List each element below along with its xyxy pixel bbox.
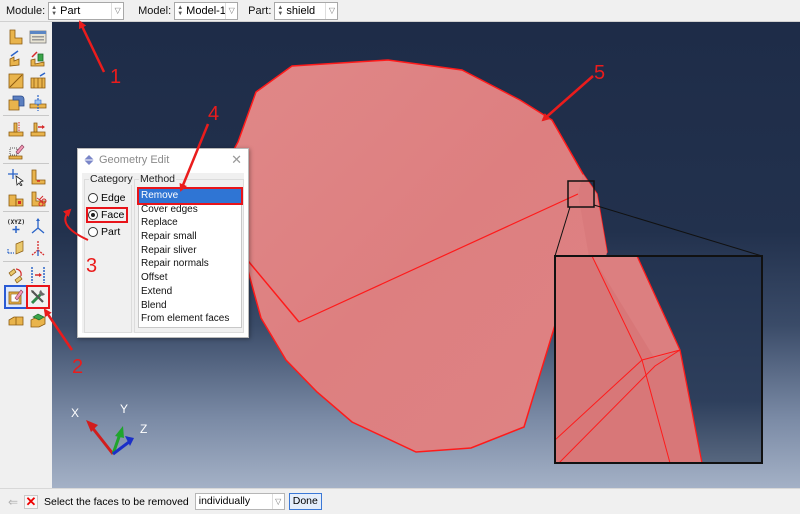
context-bar: Module: ▲ ▼ Part ▽ Model: ▲ ▼ Model-1 ▽ Pa… xyxy=(0,0,800,22)
model-label: Model: xyxy=(138,4,172,17)
radio-face[interactable]: Face xyxy=(85,207,129,223)
create-part-icon[interactable] xyxy=(6,27,26,47)
dialog-body: Category Edge Face Part Method Remove Co… xyxy=(82,173,244,333)
transform-icon[interactable] xyxy=(6,265,26,285)
create-wire-icon[interactable] xyxy=(28,71,48,91)
radio-label: Edge xyxy=(101,192,126,204)
geometry-edit-dialog: Geometry Edit ✕ Category Edge Face Part … xyxy=(77,148,249,338)
prompt-bar: ⇐ ✕ Select the faces to be removed indiv… xyxy=(0,488,800,514)
attach-icon[interactable] xyxy=(6,311,26,331)
close-icon[interactable]: ✕ xyxy=(231,152,242,168)
spin-icon[interactable]: ▲ ▼ xyxy=(276,3,284,19)
triad-z-label: Z xyxy=(140,422,148,436)
create-cut-extrude-icon[interactable] xyxy=(28,49,48,69)
radio-edge[interactable]: Edge xyxy=(88,192,126,204)
radio-label: Face xyxy=(101,209,125,221)
annotation-number-2: 2 xyxy=(72,356,84,378)
model-value: Model-1 xyxy=(186,4,226,17)
prompt-text: Select the faces to be removed xyxy=(44,495,189,508)
model-combo[interactable]: ▲ ▼ Model-1 ▽ xyxy=(174,1,239,20)
method-item-from-element-faces[interactable]: From element faces xyxy=(139,312,241,326)
annotation-number-5: 5 xyxy=(594,62,606,84)
datum-plane-icon[interactable] xyxy=(6,238,26,258)
cut-icon[interactable] xyxy=(28,189,48,209)
radio-label: Part xyxy=(101,226,121,238)
method-item-remove[interactable]: Remove xyxy=(137,187,243,205)
toolbox-separator xyxy=(3,211,49,212)
datum-point-icon[interactable]: (XYZ) xyxy=(6,216,26,236)
shield-face xyxy=(225,59,608,453)
cancel-x-icon[interactable]: ✕ xyxy=(24,494,38,509)
datum-csys-icon[interactable] xyxy=(28,216,48,236)
chevron-down-icon[interactable]: ▽ xyxy=(271,494,284,509)
radio-part[interactable]: Part xyxy=(88,226,120,238)
convert-icon[interactable] xyxy=(28,311,48,331)
svg-text:(XYZ): (XYZ) xyxy=(7,219,25,226)
module-value: Part xyxy=(60,4,81,17)
method-item-replace[interactable]: Replace xyxy=(139,216,241,230)
selection-mode-combo[interactable]: individually ▽ xyxy=(194,493,285,510)
module-combo[interactable]: ▲ ▼ Part ▽ xyxy=(48,1,125,20)
query-icon[interactable] xyxy=(6,167,26,187)
partition-face-icon[interactable] xyxy=(6,119,26,139)
radio-button[interactable] xyxy=(88,193,98,203)
view-triad xyxy=(86,420,134,456)
chevron-down-icon[interactable]: ▽ xyxy=(111,2,123,19)
create-datum-plane-icon[interactable] xyxy=(28,93,48,113)
done-button[interactable]: Done xyxy=(288,493,322,510)
dialog-titlebar[interactable]: Geometry Edit xyxy=(78,149,248,171)
spin-icon[interactable]: ▲ ▼ xyxy=(176,3,184,19)
datum-axis-icon[interactable] xyxy=(28,238,48,258)
selection-mode-value: individually xyxy=(198,495,251,507)
triad-x-label: X xyxy=(71,406,80,420)
method-title: Method xyxy=(139,173,177,185)
chevron-down-icon[interactable]: ▽ xyxy=(325,2,337,19)
toolbox: (XYZ) xyxy=(0,22,52,488)
create-reference-point-icon[interactable] xyxy=(28,167,48,187)
radio-button[interactable] xyxy=(88,227,98,237)
spin-icon[interactable]: ▲ ▼ xyxy=(50,3,58,19)
zoom-inset xyxy=(555,256,762,463)
abaqus-logo-icon xyxy=(84,155,94,165)
back-arrow-icon[interactable]: ⇐ xyxy=(6,495,20,509)
part-combo[interactable]: ▲ ▼ shield ▽ xyxy=(274,1,339,20)
method-item-repair-normals[interactable]: Repair normals xyxy=(139,257,241,271)
part-value: shield xyxy=(286,4,316,17)
triad-y-label: Y xyxy=(120,402,129,416)
method-item-extend[interactable]: Extend xyxy=(139,285,241,299)
create-datum-axis-icon[interactable] xyxy=(28,119,48,139)
create-partition-icon[interactable] xyxy=(28,265,48,285)
method-item-cover-edges[interactable]: Cover edges xyxy=(139,203,241,217)
repair-icon[interactable] xyxy=(6,189,26,209)
geometry-edit-icon[interactable] xyxy=(26,285,50,309)
part-label: Part: xyxy=(248,4,272,17)
create-round-fillet-icon[interactable] xyxy=(6,93,26,113)
method-item-repair-small[interactable]: Repair small xyxy=(139,230,241,244)
module-label: Module: xyxy=(6,4,46,17)
category-title: Category xyxy=(89,173,134,185)
toolbox-separator xyxy=(3,163,49,164)
method-group: Method Remove Cover edges Replace Repair… xyxy=(134,173,244,333)
dialog-title: Geometry Edit xyxy=(99,154,170,166)
annotation-number-3: 3 xyxy=(86,255,98,277)
create-shell-icon[interactable] xyxy=(6,71,26,91)
toolbox-separator xyxy=(3,261,49,262)
toolbox-separator xyxy=(3,115,49,116)
edit-feature-icon[interactable] xyxy=(4,285,28,309)
annotation-number-4: 4 xyxy=(208,103,220,125)
part-manager-icon[interactable] xyxy=(28,27,48,47)
radio-button[interactable] xyxy=(88,210,98,220)
create-sketch-icon[interactable] xyxy=(6,141,26,161)
method-item-offset[interactable]: Offset xyxy=(139,271,241,285)
method-item-blend[interactable]: Blend xyxy=(139,299,241,313)
create-solid-extrude-icon[interactable] xyxy=(6,49,26,69)
chevron-down-icon[interactable]: ▽ xyxy=(225,2,237,19)
method-list[interactable]: Remove Cover edges Replace Repair small … xyxy=(137,187,243,328)
annotation-number-1: 1 xyxy=(110,66,122,88)
method-item-repair-sliver[interactable]: Repair sliver xyxy=(139,244,241,258)
